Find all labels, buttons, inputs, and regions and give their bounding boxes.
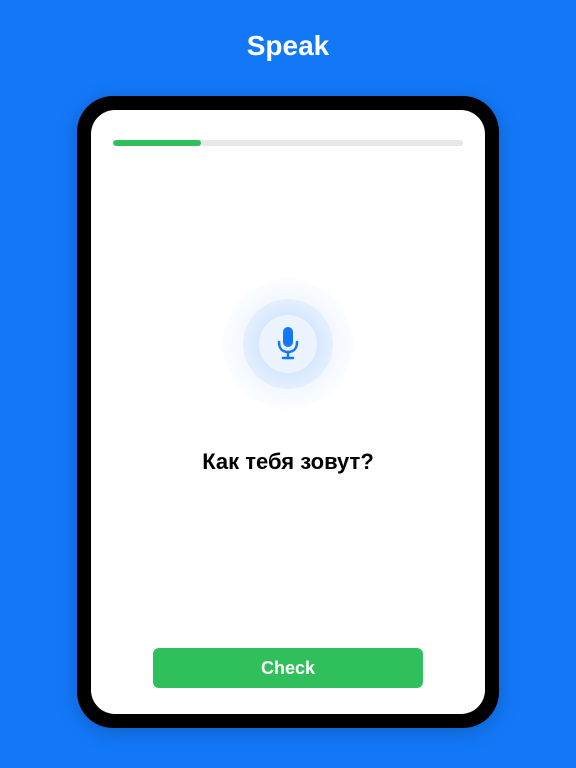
check-button-label: Check xyxy=(261,658,315,679)
device-screen: Как тебя зовут? Check xyxy=(91,110,485,714)
check-button[interactable]: Check xyxy=(153,648,423,688)
prompt-text: Как тебя зовут? xyxy=(202,449,374,475)
progress-bar xyxy=(113,140,463,146)
progress-fill xyxy=(113,140,201,146)
device-frame: Как тебя зовут? Check xyxy=(77,96,499,728)
microphone-icon xyxy=(272,324,304,364)
lesson-content: Как тебя зовут? xyxy=(113,106,463,648)
page-title: Speak xyxy=(247,30,330,62)
microphone-button[interactable] xyxy=(223,279,353,409)
